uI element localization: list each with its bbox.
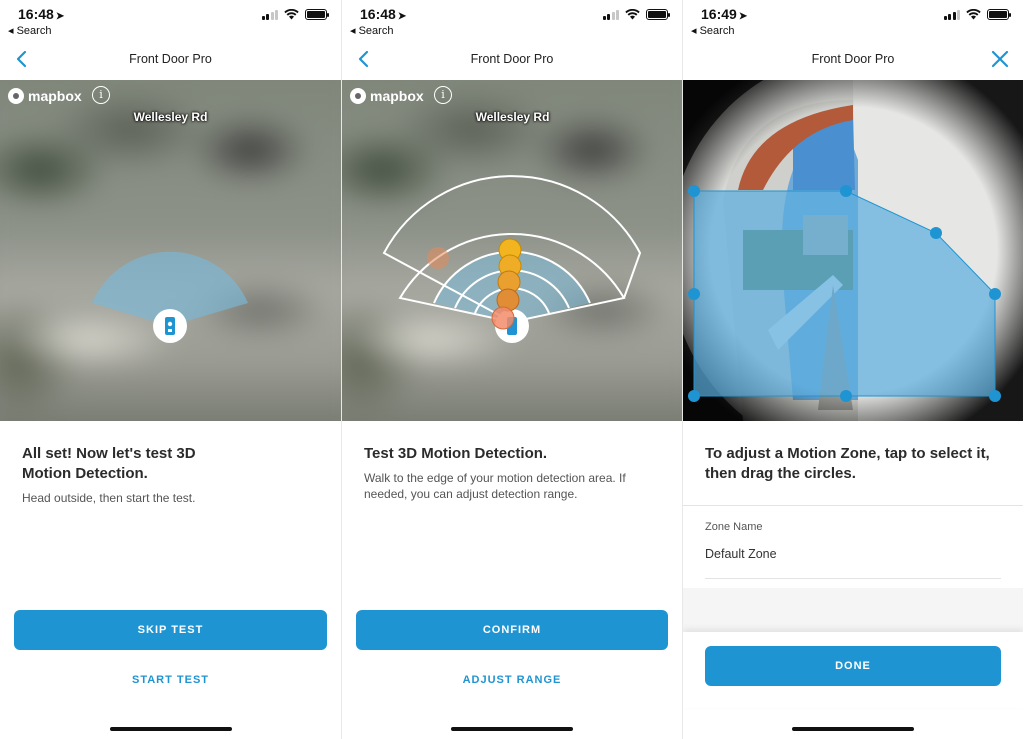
screen-body: Head outside, then start the test. bbox=[22, 491, 196, 505]
status-time: 16:48 bbox=[18, 6, 54, 22]
screen-3: 16:49 ➤ ◂ Search Front Door Pro To adjus… bbox=[682, 0, 1023, 739]
zone-handle[interactable] bbox=[840, 390, 852, 402]
nav-bar: Front Door Pro bbox=[0, 46, 341, 74]
motion-dot bbox=[491, 306, 515, 330]
back-search-label: Search bbox=[358, 25, 394, 37]
adjust-range-button[interactable]: ADJUST RANGE bbox=[342, 674, 682, 686]
status-bar: 16:48 ➤ ◂ Search bbox=[0, 0, 341, 40]
status-time: 16:48 bbox=[360, 6, 396, 22]
home-indicator bbox=[109, 727, 232, 731]
signal-icon bbox=[943, 9, 960, 20]
zone-handle[interactable] bbox=[989, 288, 1001, 300]
signal-icon bbox=[261, 9, 278, 20]
system-icons bbox=[602, 9, 670, 20]
signal-icon bbox=[602, 9, 619, 20]
system-icons bbox=[943, 9, 1011, 20]
status-time: 16:49 bbox=[701, 6, 737, 22]
screen-1: 16:48 ➤ ◂ Search Front Door Pro mapbox i … bbox=[0, 0, 341, 739]
back-to-search-link[interactable]: ◂ Search bbox=[350, 24, 393, 37]
nav-bar: Front Door Pro bbox=[683, 46, 1023, 74]
wifi-icon bbox=[966, 9, 981, 20]
camera-view[interactable] bbox=[683, 80, 1023, 421]
zone-handle[interactable] bbox=[688, 390, 700, 402]
nav-bar: Front Door Pro bbox=[342, 46, 682, 74]
motion-zone-overlay[interactable] bbox=[683, 80, 1023, 421]
screen-heading: All set! Now let's test 3D Motion Detect… bbox=[22, 445, 196, 482]
zone-handle[interactable] bbox=[930, 227, 942, 239]
zone-handle[interactable] bbox=[840, 185, 852, 197]
back-to-search-link[interactable]: ◂ Search bbox=[691, 24, 734, 37]
page-title: Front Door Pro bbox=[470, 52, 554, 66]
zone-handle[interactable] bbox=[688, 288, 700, 300]
battery-icon bbox=[305, 9, 329, 20]
zone-name-label: Zone Name bbox=[705, 521, 763, 533]
divider bbox=[683, 505, 1023, 506]
start-test-button[interactable]: START TEST bbox=[0, 674, 341, 686]
detection-map[interactable]: mapbox i Wellesley Rd bbox=[0, 80, 341, 421]
motion-zone-polygon[interactable] bbox=[693, 190, 996, 397]
status-bar: 16:49 ➤ ◂ Search bbox=[683, 0, 1023, 40]
page-title: Front Door Pro bbox=[811, 52, 895, 66]
detection-map[interactable]: mapbox i Wellesley Rd bbox=[342, 80, 682, 421]
section-separator bbox=[683, 588, 1023, 632]
back-to-search-link[interactable]: ◂ Search bbox=[8, 24, 51, 37]
location-arrow-icon: ➤ bbox=[397, 11, 407, 22]
battery-icon bbox=[987, 9, 1011, 20]
close-icon[interactable] bbox=[989, 48, 1011, 70]
zone-handle[interactable] bbox=[989, 390, 1001, 402]
screen-heading: Test 3D Motion Detection. bbox=[364, 445, 548, 462]
home-indicator bbox=[451, 727, 573, 731]
location-arrow-icon: ➤ bbox=[738, 11, 748, 22]
confirm-button[interactable]: CONFIRM bbox=[356, 610, 668, 650]
zone-handle[interactable] bbox=[688, 185, 700, 197]
divider bbox=[705, 578, 1001, 579]
page-title: Front Door Pro bbox=[129, 52, 212, 66]
skip-test-button[interactable]: SKIP TEST bbox=[14, 610, 327, 650]
battery-icon bbox=[646, 9, 670, 20]
back-search-label: Search bbox=[699, 25, 735, 37]
back-search-label: Search bbox=[16, 25, 52, 37]
location-arrow-icon: ➤ bbox=[55, 11, 65, 22]
range-test-overlay bbox=[382, 175, 642, 343]
screen-2: 16:48 ➤ ◂ Search Front Door Pro mapbox i … bbox=[341, 0, 682, 739]
screen-heading: To adjust a Motion Zone, tap to select i… bbox=[705, 445, 990, 482]
wifi-icon bbox=[284, 9, 299, 20]
screen-body: Walk to the edge of your motion detectio… bbox=[364, 471, 626, 501]
wifi-icon bbox=[625, 9, 640, 20]
motion-point bbox=[427, 247, 449, 269]
detection-area-overlay bbox=[92, 251, 248, 343]
done-button[interactable]: DONE bbox=[705, 646, 1001, 686]
status-bar: 16:48 ➤ ◂ Search bbox=[342, 0, 682, 40]
system-icons bbox=[261, 9, 329, 20]
home-indicator bbox=[792, 727, 914, 731]
zone-name-field[interactable]: Default Zone bbox=[705, 547, 777, 561]
